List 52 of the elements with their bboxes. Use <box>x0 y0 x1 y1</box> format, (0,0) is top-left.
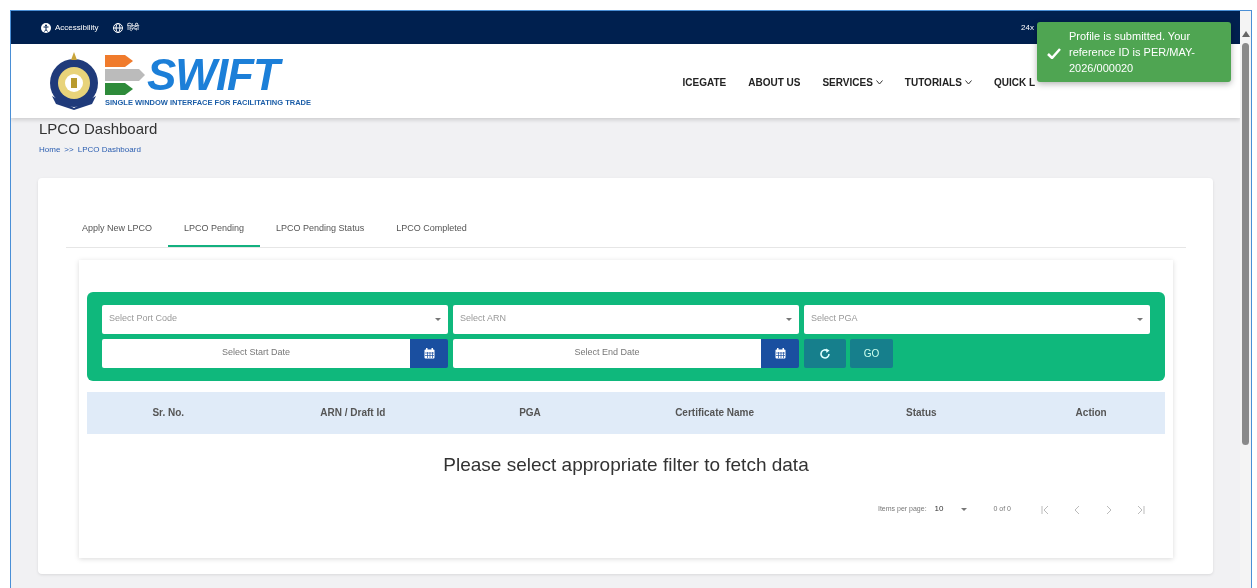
column-header: ARN / Draft Id <box>319 406 387 420</box>
calendar-icon <box>423 347 435 359</box>
toast-message: Profile is submitted. Your reference ID is PER/MAY-2026/000020 <box>1069 30 1195 74</box>
go-button[interactable]: GO <box>850 338 893 368</box>
tab[interactable]: LPCO Pending Status <box>260 216 381 247</box>
scroll-up-icon[interactable] <box>1241 31 1250 37</box>
scrollbar-thumb[interactable] <box>1242 43 1249 445</box>
caret-icon <box>1137 317 1143 321</box>
column-header: Action <box>1074 406 1108 420</box>
refresh-button[interactable] <box>804 338 846 368</box>
tab[interactable]: LPCO Pending <box>168 216 261 247</box>
next-page-icon[interactable] <box>1105 505 1113 516</box>
chevron-down-icon <box>964 79 972 85</box>
globe-icon <box>112 22 123 33</box>
column-header: Status <box>905 406 938 420</box>
column-header: Sr. No. <box>151 406 186 420</box>
helpline-text: 24x <box>1021 21 1034 34</box>
breadcrumb-link[interactable]: LPCO Dashboard <box>77 144 141 156</box>
page-size-select[interactable]: 10 <box>934 503 968 516</box>
nav-link[interactable]: QUICK L <box>993 74 1035 90</box>
empty-message: Please select appropriate filter to fetch data <box>442 452 810 477</box>
refresh-icon <box>819 347 831 360</box>
previous-page-icon[interactable] <box>1073 505 1081 516</box>
nav-link[interactable]: SERVICES <box>822 74 883 90</box>
date-field[interactable]: Select Start Date <box>102 338 410 368</box>
breadcrumb-separator: >> <box>64 144 74 156</box>
breadcrumb-link[interactable]: Home <box>39 144 61 156</box>
accessibility-icon <box>41 22 51 33</box>
caret-icon <box>435 317 441 321</box>
column-header: Certificate Name <box>674 406 756 420</box>
date-field[interactable]: Select End Date <box>453 338 761 368</box>
first-page-icon[interactable] <box>1041 505 1049 516</box>
nav-link[interactable]: ABOUT US <box>748 74 801 90</box>
column-header: PGA <box>518 406 542 420</box>
tab[interactable]: Apply New LPCO <box>66 216 169 247</box>
chevron-down-icon <box>875 79 883 85</box>
nav-link[interactable]: TUTORIALS <box>904 74 972 90</box>
emblem-drawing <box>47 52 101 110</box>
page-title: LPCO Dashboard <box>39 121 159 136</box>
last-page-icon[interactable] <box>1137 505 1145 516</box>
caret-icon <box>961 507 968 511</box>
tab[interactable]: LPCO Completed <box>380 216 483 247</box>
calendar-button[interactable] <box>410 338 448 368</box>
calendar-button[interactable] <box>761 338 799 368</box>
flag-stripes-drawing <box>105 55 147 96</box>
top-bar-link[interactable]: हिंदी <box>126 21 139 34</box>
top-bar-link[interactable]: Accessibility <box>55 21 99 34</box>
nav-link[interactable]: ICEGATE <box>682 74 727 90</box>
calendar-icon <box>774 347 786 359</box>
scrollbar[interactable] <box>1240 11 1251 588</box>
check-icon <box>1047 48 1061 59</box>
caret-icon <box>786 317 792 321</box>
